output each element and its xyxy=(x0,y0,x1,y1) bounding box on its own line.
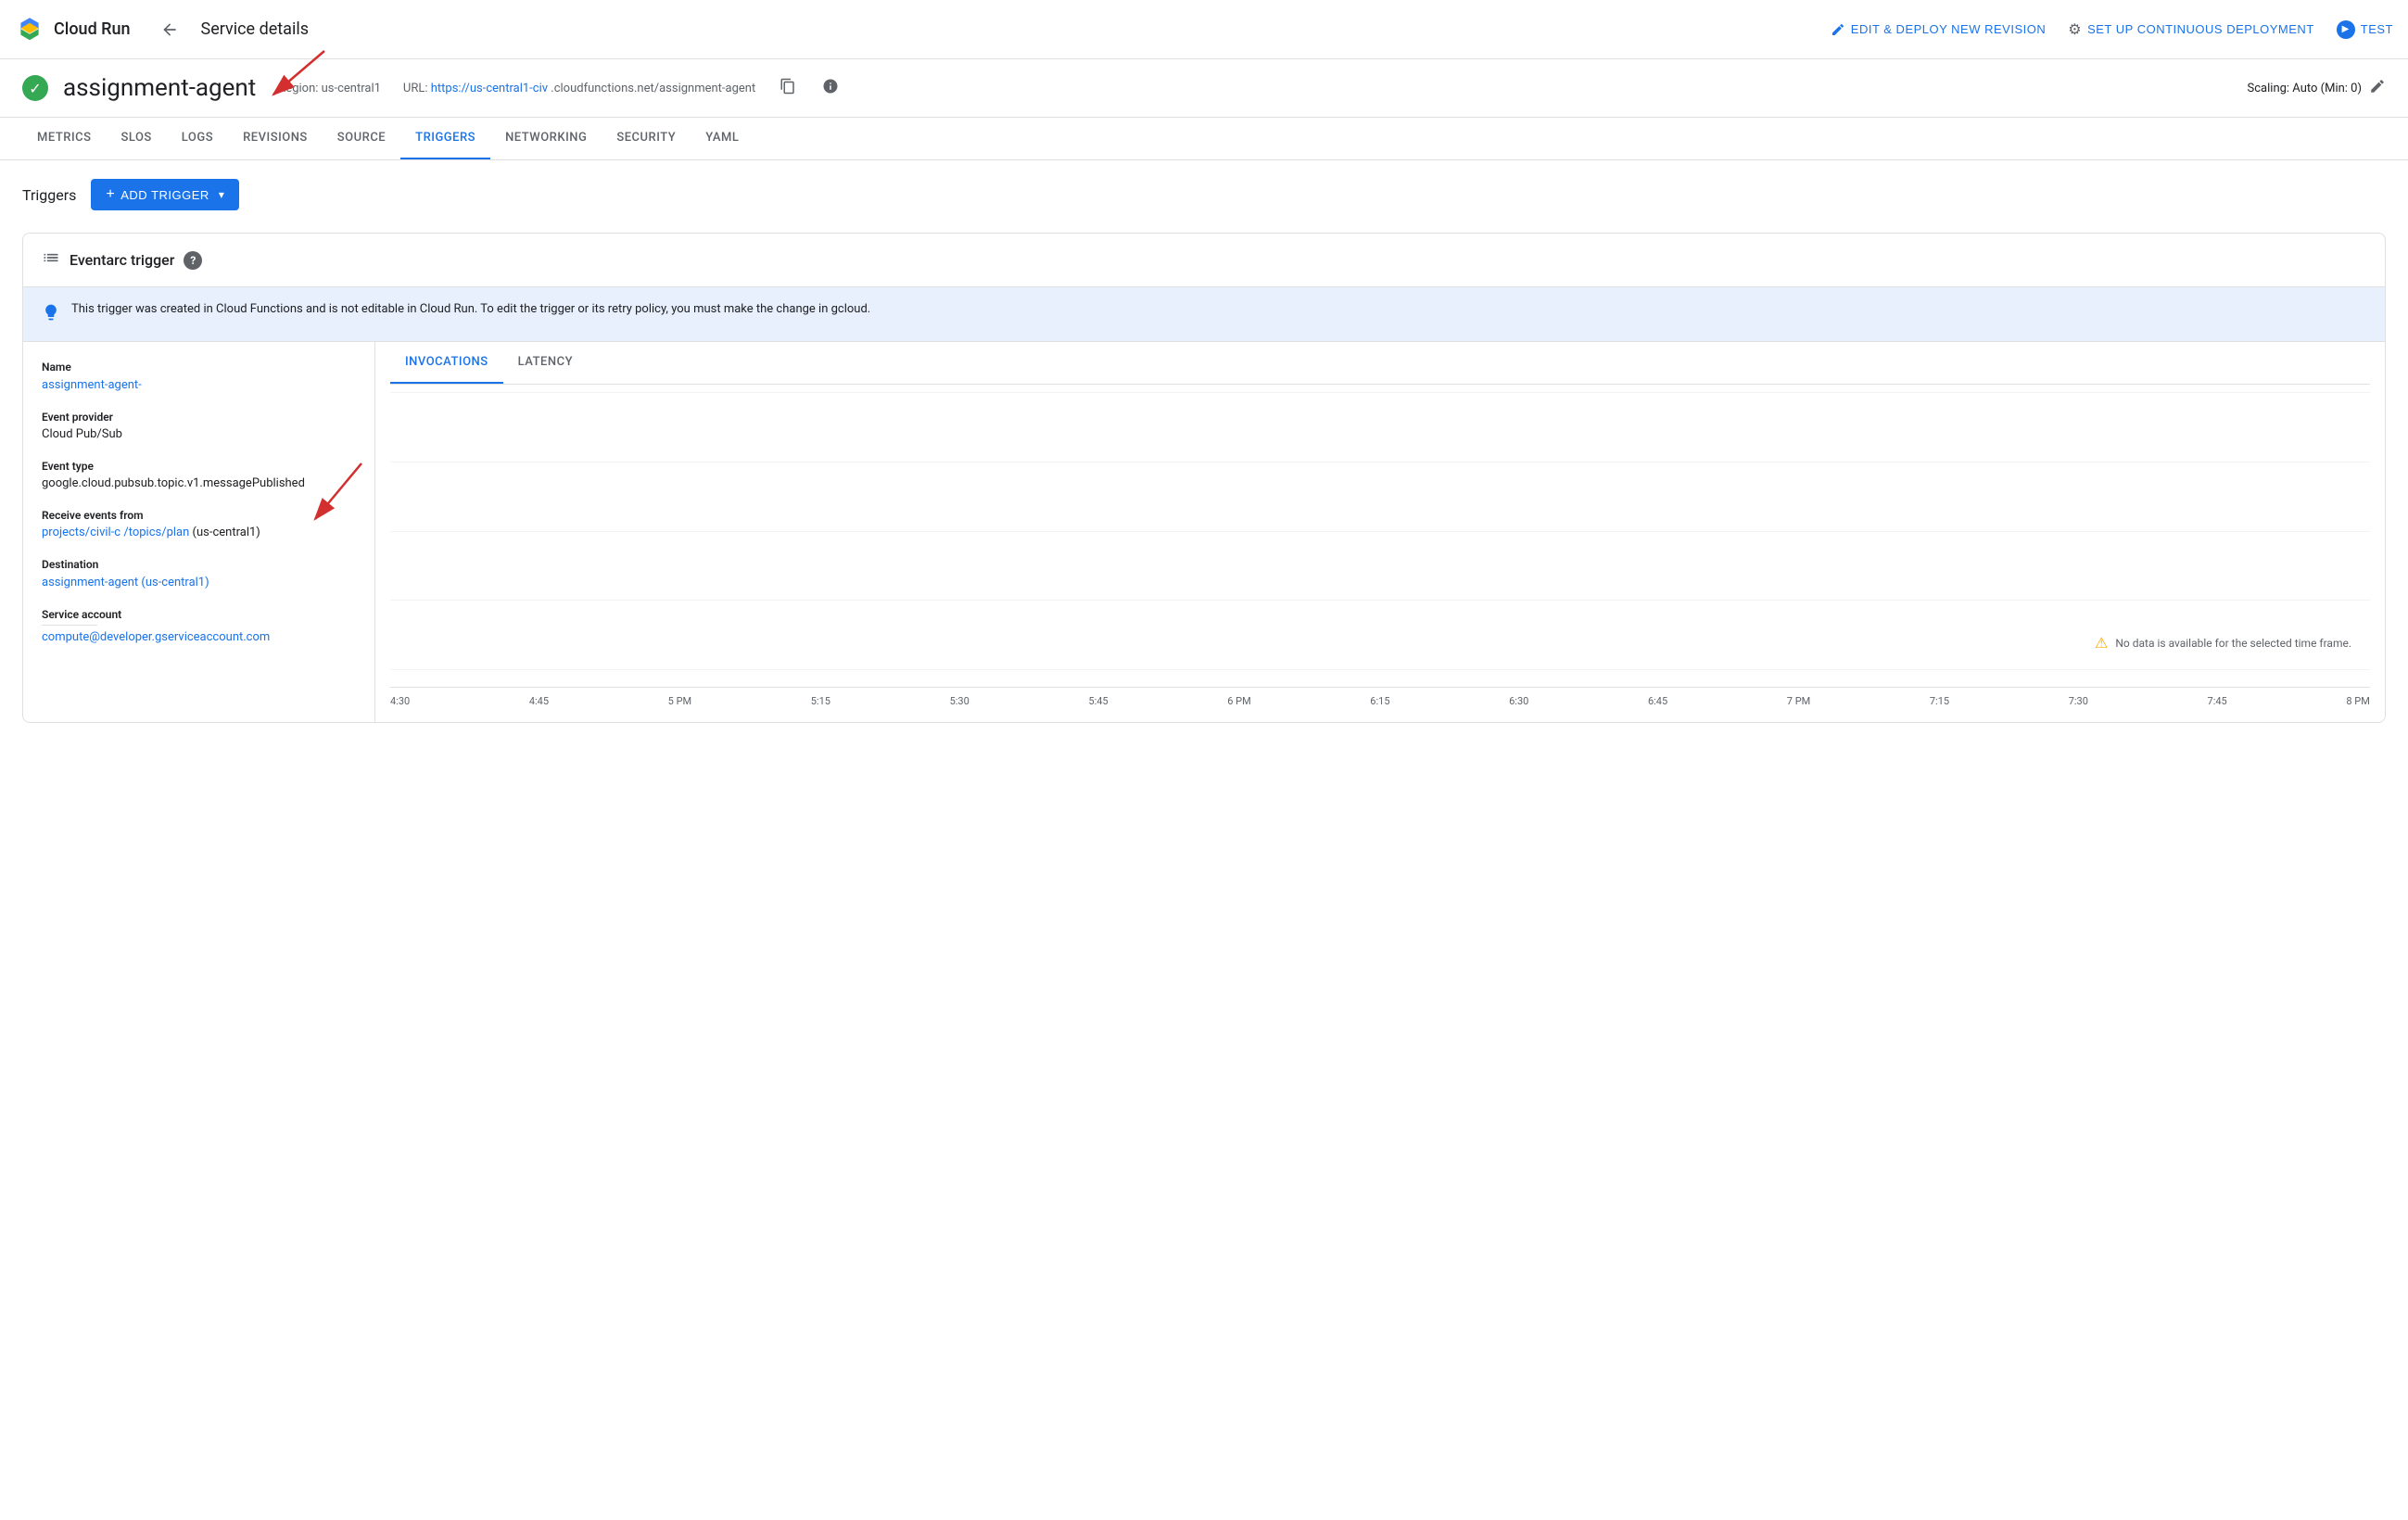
continuous-deploy-label: SET UP CONTINUOUS DEPLOYMENT xyxy=(2087,22,2314,36)
service-header: ✓ assignment-agent Region: us-central1 U… xyxy=(0,59,2408,118)
event-type-value: google.cloud.pubsub.topic.v1.messagePubl… xyxy=(42,476,356,490)
eventarc-trigger-card: Eventarc trigger ? This trigger was crea… xyxy=(22,233,2386,723)
continuous-deploy-button[interactable]: ⚙ SET UP CONTINUOUS DEPLOYMENT xyxy=(2068,20,2314,39)
gear-icon: ⚙ xyxy=(2068,20,2082,39)
tab-logs[interactable]: LOGS xyxy=(167,118,228,159)
x-label-12: 7:30 xyxy=(2069,695,2088,707)
destination-value[interactable]: assignment-agent (us-central1) xyxy=(42,576,209,589)
name-value[interactable]: assignment-agent- xyxy=(42,378,142,392)
top-nav: Cloud Run Service details EDIT & DEPLOY … xyxy=(0,0,2408,59)
x-label-1: 4:45 xyxy=(529,695,549,707)
service-meta: Region: us-central1 URL: https://us-cent… xyxy=(278,76,841,101)
service-account-value[interactable]: compute@developer.gserviceaccount.com xyxy=(42,630,270,644)
event-provider-group: Event provider Cloud Pub/Sub xyxy=(42,411,356,441)
brand-logo-area: Cloud Run xyxy=(15,15,131,44)
play-icon: ▶ xyxy=(2337,20,2355,39)
tab-yaml[interactable]: YAML xyxy=(691,118,754,159)
chart-container: ⚠ No data is available for the selected … xyxy=(390,392,2370,707)
chart-area: INVOCATIONS LATENCY ⚠ No data is avai xyxy=(375,342,2385,722)
service-name: assignment-agent xyxy=(63,74,256,102)
test-button[interactable]: ▶ TEST xyxy=(2337,20,2393,39)
url-label: URL: https://us-central1-civ .cloudfunct… xyxy=(403,82,755,95)
x-label-4: 5:30 xyxy=(950,695,970,707)
status-success-icon: ✓ xyxy=(22,75,48,101)
trigger-body: Name assignment-agent- Event provider Cl… xyxy=(23,342,2385,722)
receive-events-link[interactable]: projects/civil-c /topics/plan xyxy=(42,526,193,539)
url-link[interactable]: https://us-central1-civ xyxy=(431,82,548,95)
x-label-0: 4:30 xyxy=(390,695,410,707)
x-label-6: 6 PM xyxy=(1227,695,1250,707)
x-label-7: 6:15 xyxy=(1370,695,1389,707)
x-label-8: 6:30 xyxy=(1509,695,1528,707)
help-icon[interactable]: ? xyxy=(184,251,202,270)
destination-group: Destination assignment-agent (us-central… xyxy=(42,558,356,589)
content-area: Triggers + ADD TRIGGER ▾ Eventarc trigge… xyxy=(0,160,2408,741)
tab-security[interactable]: SECURITY xyxy=(602,118,691,159)
add-trigger-label: ADD TRIGGER xyxy=(120,188,209,202)
event-provider-label: Event provider xyxy=(42,411,356,424)
receive-events-label: Receive events from xyxy=(42,509,356,522)
edit-deploy-button[interactable]: EDIT & DEPLOY NEW REVISION xyxy=(1831,22,2046,37)
warning-icon: ⚠ xyxy=(2095,634,2108,652)
tab-bar: METRICS SLOS LOGS REVISIONS SOURCE TRIGG… xyxy=(0,118,2408,160)
tab-source[interactable]: SOURCE xyxy=(323,118,400,159)
chart-x-axis: 4:30 4:45 5 PM 5:15 5:30 5:45 6 PM 6:15 … xyxy=(390,687,2370,707)
x-label-9: 6:45 xyxy=(1648,695,1667,707)
nav-actions: EDIT & DEPLOY NEW REVISION ⚙ SET UP CONT… xyxy=(1831,20,2393,39)
chart-tabs: INVOCATIONS LATENCY xyxy=(390,342,2370,385)
test-label: TEST xyxy=(2361,22,2393,36)
receive-events-value: projects/civil-c /topics/plan (us-centra… xyxy=(42,526,356,539)
chevron-down-icon: ▾ xyxy=(219,188,225,201)
tab-slos[interactable]: SLOS xyxy=(106,118,166,159)
no-data-warning: ⚠ No data is available for the selected … xyxy=(2095,634,2351,652)
x-label-14: 8 PM xyxy=(2346,695,2369,707)
list-icon xyxy=(42,248,60,272)
receive-events-group: Receive events from projects/civil-c /to… xyxy=(42,509,356,539)
info-banner: This trigger was created in Cloud Functi… xyxy=(23,287,2385,342)
page-title: Service details xyxy=(201,19,309,39)
brand-name: Cloud Run xyxy=(54,19,131,39)
scaling-label: Scaling: Auto (Min: 0) xyxy=(2248,82,2362,95)
destination-label: Destination xyxy=(42,558,356,571)
back-button[interactable] xyxy=(153,13,186,46)
no-data-text: No data is available for the selected ti… xyxy=(2115,637,2351,650)
event-type-label: Event type xyxy=(42,460,356,473)
add-trigger-button[interactable]: + ADD TRIGGER ▾ xyxy=(91,179,239,210)
plus-icon: + xyxy=(106,186,115,203)
x-label-11: 7:15 xyxy=(1930,695,1949,707)
name-group: Name assignment-agent- xyxy=(42,361,356,392)
event-type-group: Event type google.cloud.pubsub.topic.v1.… xyxy=(42,460,356,490)
x-label-10: 7 PM xyxy=(1787,695,1810,707)
tab-metrics[interactable]: METRICS xyxy=(22,118,106,159)
edit-scaling-button[interactable] xyxy=(2369,78,2386,99)
triggers-title: Triggers xyxy=(22,186,76,204)
x-label-3: 5:15 xyxy=(811,695,830,707)
event-provider-value: Cloud Pub/Sub xyxy=(42,427,356,441)
trigger-card-title: Eventarc trigger xyxy=(70,251,174,269)
trigger-details: Name assignment-agent- Event provider Cl… xyxy=(23,342,375,722)
receive-events-region: (us-central1) xyxy=(193,526,260,539)
trigger-card-header: Eventarc trigger ? xyxy=(23,234,2385,287)
tab-revisions[interactable]: REVISIONS xyxy=(228,118,323,159)
chart-tab-invocations[interactable]: INVOCATIONS xyxy=(390,342,503,384)
tab-networking[interactable]: NETWORKING xyxy=(490,118,602,159)
name-label: Name xyxy=(42,361,356,374)
service-account-group: Service account compute@developer.gservi… xyxy=(42,608,356,644)
service-account-label: Service account xyxy=(42,608,356,621)
x-label-13: 7:45 xyxy=(2208,695,2227,707)
lightbulb-icon xyxy=(42,303,60,326)
x-label-5: 5:45 xyxy=(1088,695,1108,707)
region-label: Region: us-central1 xyxy=(278,82,381,95)
copy-url-button[interactable] xyxy=(778,76,798,101)
scaling-info: Scaling: Auto (Min: 0) xyxy=(2248,78,2386,99)
tab-triggers[interactable]: TRIGGERS xyxy=(400,118,490,159)
triggers-header: Triggers + ADD TRIGGER ▾ xyxy=(22,179,2386,210)
x-label-2: 5 PM xyxy=(668,695,691,707)
info-banner-text: This trigger was created in Cloud Functi… xyxy=(71,302,870,316)
cloud-run-logo-icon xyxy=(15,15,44,44)
edit-deploy-label: EDIT & DEPLOY NEW REVISION xyxy=(1851,22,2046,36)
chart-tab-latency[interactable]: LATENCY xyxy=(503,342,588,384)
info-button[interactable] xyxy=(820,76,841,101)
